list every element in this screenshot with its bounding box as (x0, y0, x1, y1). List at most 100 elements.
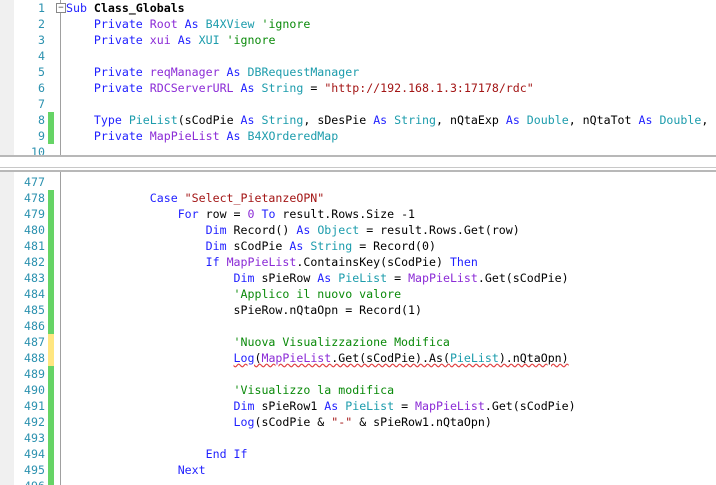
line-number: 478 (24, 191, 45, 205)
code-token: Object (317, 223, 367, 237)
code-token: As (373, 113, 395, 127)
code-token: "Select_PietanzeOPN" (184, 191, 325, 205)
change-marker (48, 238, 54, 254)
change-marker (48, 382, 54, 398)
line-number: 482 (24, 255, 45, 269)
change-marker (48, 222, 54, 238)
code-line[interactable]: 495 Next (0, 462, 716, 478)
code-token: Case (149, 191, 185, 205)
code-line[interactable]: 483 Dim sPieRow As PieList = MapPieList.… (0, 270, 716, 286)
line-number: 477 (24, 175, 45, 189)
change-marker (48, 318, 54, 334)
code-token: , sDesPie (303, 113, 374, 127)
code-token: As (177, 33, 199, 47)
code-token: Class_Globals (93, 1, 185, 15)
code-line[interactable]: 2 Private Root As B4XView 'ignore (0, 16, 716, 32)
code-token: Next (177, 463, 206, 477)
code-text: Private RDCServerURL As String = "http:/… (66, 80, 534, 96)
line-number: 9 (38, 129, 45, 143)
code-line[interactable]: 7 (0, 96, 716, 112)
code-token: Private (93, 65, 150, 79)
line-number: 487 (24, 335, 45, 349)
code-editor-top-pane[interactable]: 1− Sub Class_Globals 2 Private Root As B4X… (0, 0, 716, 160)
code-line[interactable]: 492 Log(sCodPie & "-" & sPieRow1.nQtaOpn… (0, 414, 716, 430)
code-line[interactable]: 3 Private xui As XUI 'ignore (0, 32, 716, 48)
code-line[interactable]: 487 'Nuova Visualizzazione Modifica (0, 334, 716, 350)
code-token: Dim (233, 399, 262, 413)
change-marker (48, 334, 54, 350)
code-line[interactable]: 488 Log(MapPieList.Get(sCodPie).As(PieLi… (0, 350, 716, 366)
code-line[interactable]: 477 (0, 174, 716, 190)
code-token: PieList (128, 113, 178, 127)
code-text: Case "Select_PietanzeOPN" (66, 190, 325, 206)
code-token: reqManager (149, 65, 227, 79)
code-line[interactable]: 489 (0, 366, 716, 382)
change-marker (48, 446, 54, 462)
change-marker (48, 414, 54, 430)
code-line[interactable]: 482 If MapPieList.ContainsKey(sCodPie) T… (0, 254, 716, 270)
code-token: DBRequestManager (247, 65, 360, 79)
code-token: As (184, 17, 206, 31)
code-token: , nQtaTot (568, 113, 639, 127)
code-token: MapPieList (149, 129, 227, 143)
code-text: Private xui As XUI 'ignore (66, 32, 276, 48)
collapse-icon[interactable]: − (56, 3, 66, 13)
code-token: = (394, 271, 409, 285)
line-number: 479 (24, 207, 45, 221)
line-number: 480 (24, 223, 45, 237)
code-token: sCodPie (233, 239, 290, 253)
code-text: Type PieList(sCodPie As String, sDesPie … (66, 112, 708, 128)
line-number: 485 (24, 303, 45, 317)
code-line[interactable]: 6 Private RDCServerURL As String = "http… (0, 80, 716, 96)
code-line[interactable]: 490 'Visualizzo la modifica (0, 382, 716, 398)
code-line[interactable]: 5 Private reqManager As DBRequestManager (0, 64, 716, 80)
code-line[interactable]: 494 End If (0, 446, 716, 462)
code-line[interactable]: 493 (0, 430, 716, 446)
code-line[interactable]: 479 For row = 0 To result.Rows.Size -1 (0, 206, 716, 222)
code-token: sPieRow (261, 271, 318, 285)
code-line[interactable]: 478 Case "Select_PietanzeOPN" (0, 190, 716, 206)
code-text: Dim sPieRow1 As PieList = MapPieList.Get… (66, 398, 576, 414)
code-editor-bottom-pane[interactable]: 477 478 Case "Select_PietanzeOPN" 479 For … (0, 172, 716, 485)
code-token: As (240, 113, 262, 127)
code-text: Private MapPieList As B4XOrderedMap (66, 128, 338, 144)
code-line[interactable]: 491 Dim sPieRow1 As PieList = MapPieList… (0, 398, 716, 414)
code-line[interactable]: 481 Dim sCodPie As String = Record(0) (0, 238, 716, 254)
change-marker (48, 462, 54, 478)
code-token: , (701, 113, 709, 127)
code-token: Type (93, 113, 129, 127)
code-token: 'Visualizzo la modifica (233, 383, 395, 397)
code-line[interactable]: 496 (0, 478, 716, 485)
code-token: For (177, 207, 206, 221)
code-line[interactable]: 1 − Sub Class_Globals (0, 0, 716, 16)
code-token: RDCServerURL (149, 81, 241, 95)
editor-splitter[interactable] (0, 155, 716, 172)
code-line[interactable]: 480 Dim Record() As Object = result.Rows… (0, 222, 716, 238)
code-token: As (289, 239, 311, 253)
code-line[interactable]: 4 (0, 48, 716, 64)
code-text: Dim Record() As Object = result.Rows.Get… (66, 222, 520, 238)
code-token: .Get(sCodPie).As( (331, 351, 450, 365)
code-line[interactable]: 8 Type PieList(sCodPie As String, sDesPi… (0, 112, 716, 128)
code-text: Private Root As B4XView 'ignore (66, 16, 310, 32)
code-token: End If (205, 447, 248, 461)
code-line[interactable]: 9 Private MapPieList As B4XOrderedMap (0, 128, 716, 144)
code-line[interactable]: 485 sPieRow.nQtaOpn = Record(1) (0, 302, 716, 318)
change-marker (48, 398, 54, 414)
code-token: As (317, 271, 339, 285)
code-line[interactable]: 486 (0, 318, 716, 334)
code-token: String (394, 113, 437, 127)
line-number: 491 (24, 399, 45, 413)
code-line[interactable]: 484 'Applico il nuovo valore (0, 286, 716, 302)
code-token: 'ignore (261, 17, 311, 31)
code-text: Next (66, 462, 206, 478)
change-marker (48, 302, 54, 318)
code-text: End If (66, 446, 248, 462)
